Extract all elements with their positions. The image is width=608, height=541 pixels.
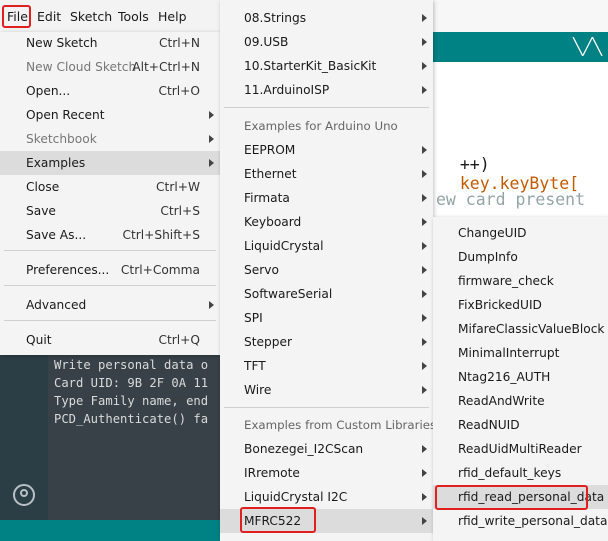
examples-menu: 08.Strings 09.USB 10.StarterKit_BasicKit… [220,0,437,541]
chevron-right-icon [422,170,427,178]
menu-divider [4,250,216,251]
menu-item-example[interactable]: IRremote [220,461,433,485]
code-comment: ew card present [436,190,586,209]
section-header: Examples from Custom Libraries [244,418,437,432]
menu-edit[interactable]: Edit [37,9,61,24]
menu-item-sketch[interactable]: rfid_write_personal_data [433,509,608,533]
menu-item-example[interactable]: TFT [220,354,433,378]
menu-item-example[interactable]: SPI [220,306,433,330]
chevron-right-icon [422,290,427,298]
menu-item-sketch[interactable]: FixBrickedUID [433,293,608,317]
chevron-right-icon [209,111,214,119]
chevron-right-icon [422,218,427,226]
code-line: ++) key.keyByte[ [440,136,579,193]
menu-sketch[interactable]: Sketch [70,9,112,24]
serial-plotter-icon[interactable]: ╲╱╲ [573,37,602,56]
menu-item-sketchbook[interactable]: Sketchbook [0,127,220,151]
chevron-right-icon [422,493,427,501]
chevron-right-icon [422,338,427,346]
menu-item-preferences[interactable]: Preferences... Ctrl+Comma [0,258,220,282]
menu-item-sketch[interactable]: ReadNUID [433,413,608,437]
menu-divider [4,320,216,321]
menu-item-save[interactable]: Save Ctrl+S [0,199,220,223]
menu-item-examples[interactable]: Examples [0,151,220,175]
console-line: Type Family name, end [54,394,209,408]
menu-item-example[interactable]: SoftwareSerial [220,282,433,306]
highlight-box [2,5,31,28]
account-icon[interactable] [13,484,35,506]
side-panel [0,355,48,541]
chevron-right-icon [422,445,427,453]
file-menu: New Sketch Ctrl+N New Cloud Sketch Alt+Ctr… [0,32,220,355]
chevron-right-icon [422,469,427,477]
menu-bar: File Edit Sketch Tools Help [0,0,220,32]
console-line: Card UID: 9B 2F 0A 11 [54,376,209,390]
menu-item-sketch[interactable]: MifareClassicValueBlock [433,317,608,341]
chevron-right-icon [209,135,214,143]
chevron-right-icon [422,517,427,525]
section-header: Examples for Arduino Uno [244,119,398,133]
highlight-box [240,507,316,533]
menu-item-sketch[interactable]: rfid_default_keys [433,461,608,485]
menu-item-example[interactable]: Servo [220,258,433,282]
chevron-right-icon [422,242,427,250]
menu-help[interactable]: Help [158,9,187,24]
chevron-right-icon [209,301,214,309]
menu-item-sketch[interactable]: MinimalInterrupt [433,341,608,365]
mfrc522-menu: ChangeUID DumpInfo firmware_check FixBri… [433,217,608,541]
menu-item-example[interactable]: 09.USB [220,30,433,54]
menu-item-save-as[interactable]: Save As... Ctrl+Shift+S [0,223,220,247]
menu-item-sketch[interactable]: ChangeUID [433,221,608,245]
chevron-right-icon [422,386,427,394]
menu-item-open-recent[interactable]: Open Recent [0,103,220,127]
menu-item-sketch[interactable]: firmware_check [433,269,608,293]
chevron-right-icon [422,362,427,370]
chevron-right-icon [422,194,427,202]
chevron-right-icon [422,14,427,22]
menu-item-sketch[interactable]: DumpInfo [433,245,608,269]
menu-item-quit[interactable]: Quit Ctrl+Q [0,328,220,352]
chevron-right-icon [209,159,214,167]
chevron-right-icon [422,266,427,274]
console-line: PCD_Authenticate() fa [54,412,209,426]
menu-tools[interactable]: Tools [118,9,149,24]
menu-item-example[interactable]: EEPROM [220,138,433,162]
menu-divider [4,285,216,286]
menu-item-example[interactable]: LiquidCrystal [220,234,433,258]
code-text: ++) [459,155,490,174]
menu-item-example[interactable]: Wire [220,378,433,402]
menu-item-example[interactable]: 10.StarterKit_BasicKit [220,54,433,78]
menu-item-close[interactable]: Close Ctrl+W [0,175,220,199]
chevron-right-icon [422,38,427,46]
menu-item-advanced[interactable]: Advanced [0,293,220,317]
menu-item-sketch[interactable]: ReadUidMultiReader [433,437,608,461]
menu-item-sketch[interactable]: ReadAndWrite [433,389,608,413]
menu-item-open[interactable]: Open... Ctrl+O [0,79,220,103]
menu-divider [224,407,429,408]
menu-item-example[interactable]: Keyboard [220,210,433,234]
menu-divider [224,107,429,108]
menu-item-example[interactable]: Bonezegei_I2CScan [220,437,433,461]
chevron-right-icon [422,314,427,322]
chevron-right-icon [422,146,427,154]
menu-item-example[interactable]: 11.ArduinoISP [220,78,433,102]
menu-item-new-sketch[interactable]: New Sketch Ctrl+N [0,31,220,55]
menu-item-example[interactable]: Stepper [220,330,433,354]
menu-item-example[interactable]: 08.Strings [220,6,433,30]
chevron-right-icon [422,62,427,70]
menu-item-sketch[interactable]: Ntag216_AUTH [433,365,608,389]
menu-item-example[interactable]: Firmata [220,186,433,210]
menu-item-example[interactable]: LiquidCrystal I2C [220,485,433,509]
menu-item-new-cloud-sketch[interactable]: New Cloud Sketch Alt+Ctrl+N [0,55,220,79]
highlight-box [435,485,588,510]
console-line: Write personal data o [54,358,209,372]
menu-item-example[interactable]: Ethernet [220,162,433,186]
chevron-right-icon [422,86,427,94]
